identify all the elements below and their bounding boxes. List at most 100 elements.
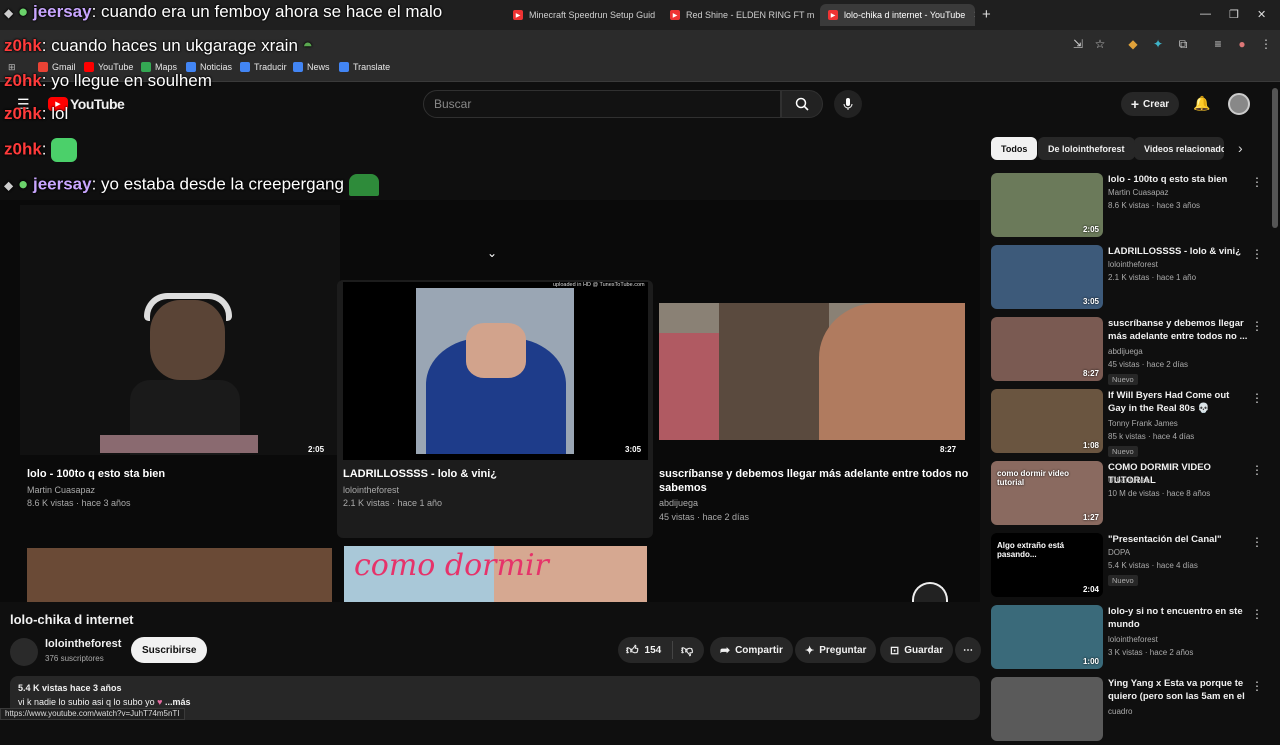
related-video-title[interactable]: lolo-y si no t encuentro en ste mundo bbox=[1108, 605, 1248, 631]
more-vertical-icon[interactable]: ⋮ bbox=[1251, 535, 1263, 549]
new-tab-icon[interactable]: + bbox=[982, 6, 991, 23]
create-button[interactable]: + Crear bbox=[1121, 92, 1179, 116]
endscreen-thumbnail[interactable] bbox=[27, 548, 332, 602]
notifications-bell-icon[interactable]: 🔔 bbox=[1193, 95, 1210, 112]
more-vertical-icon[interactable]: ⋮ bbox=[1251, 319, 1263, 333]
related-video-item[interactable]: 3:05 LADRILLOSSSS - lolo & vini¿ lolointhe… bbox=[991, 245, 1271, 313]
related-video-channel[interactable]: cuadro bbox=[1108, 707, 1132, 716]
subscribe-button[interactable]: Suscribirse bbox=[131, 637, 208, 663]
tab-active-video[interactable]: ▶ lolo-chika d internet - YouTube ✕ bbox=[820, 4, 975, 26]
ask-button[interactable]: ✦ Preguntar bbox=[795, 637, 877, 663]
dislike-button[interactable]: 👎︎ bbox=[672, 641, 693, 659]
window-close-icon[interactable]: ✕ bbox=[1257, 8, 1266, 21]
related-video-channel[interactable]: DOPA bbox=[1108, 548, 1130, 557]
extensions-puzzle-icon[interactable]: ⧉ bbox=[1175, 36, 1191, 52]
endscreen-title[interactable]: lolo - 100to q esto sta bien bbox=[27, 467, 327, 481]
minimize-icon[interactable]: — bbox=[1200, 8, 1211, 20]
badge-icon: ◆ bbox=[4, 178, 14, 193]
more-vertical-icon[interactable]: ⋮ bbox=[1251, 247, 1263, 261]
related-video-title[interactable]: LADRILLOSSSS - lolo & vini¿ bbox=[1108, 245, 1248, 258]
chip-related[interactable]: Videos relacionado bbox=[1134, 137, 1224, 160]
related-video-title[interactable]: "Presentación del Canal" bbox=[1108, 533, 1248, 546]
chip-todos[interactable]: Todos bbox=[991, 137, 1038, 160]
search-button[interactable] bbox=[781, 90, 823, 118]
more-vertical-icon[interactable]: ⋮ bbox=[1251, 679, 1263, 693]
page-scrollbar[interactable] bbox=[1272, 88, 1278, 228]
close-icon[interactable]: ✕ bbox=[655, 10, 657, 21]
related-video-title[interactable]: If Will Byers Had Come out Gay in the Re… bbox=[1108, 389, 1248, 415]
description-text: vi k nadie lo subio asi q lo subo yo ♥ .… bbox=[18, 697, 191, 707]
browser-menu-icon[interactable]: ⋮ bbox=[1258, 36, 1274, 52]
more-vertical-icon[interactable]: ⋮ bbox=[1251, 607, 1263, 621]
voice-search-button[interactable] bbox=[834, 90, 862, 118]
related-video-thumbnail[interactable]: 1:00 bbox=[991, 605, 1103, 669]
related-video-thumbnail[interactable]: 8:27 bbox=[991, 317, 1103, 381]
badge-icon: ◆ bbox=[4, 6, 14, 20]
related-video-title[interactable]: suscríbanse y debemos llegar más adelant… bbox=[1108, 317, 1248, 343]
related-video-item[interactable]: como dormir video tutorial 1:27 COMO DORMI… bbox=[991, 461, 1271, 529]
related-video-stats: 85 k vistas · hace 4 días bbox=[1108, 432, 1195, 441]
related-video-thumbnail[interactable]: 1:08 bbox=[991, 389, 1103, 453]
chevron-down-icon[interactable]: ⌄ bbox=[487, 246, 497, 260]
tab-minecraft[interactable]: ▶ Minecraft Speedrun Setup Guid ✕ bbox=[505, 4, 657, 26]
endscreen-title[interactable]: suscríbanse y debemos llegar más adelant… bbox=[659, 467, 969, 495]
search-input[interactable]: Buscar bbox=[423, 90, 781, 118]
like-button[interactable]: 👍︎ 154 bbox=[618, 643, 672, 658]
related-video-channel[interactable]: Martin Cuasapaz bbox=[1108, 188, 1168, 197]
related-video-title[interactable]: lolo - 100to q esto sta bien bbox=[1108, 173, 1248, 186]
media-controls-icon[interactable]: ≡ bbox=[1210, 36, 1226, 52]
related-video-channel[interactable]: abdijuega bbox=[1108, 347, 1143, 356]
related-video-thumbnail[interactable] bbox=[991, 677, 1103, 741]
bookmark-news[interactable]: News bbox=[293, 62, 330, 72]
share-button[interactable]: ➦ Compartir bbox=[710, 637, 793, 663]
tab-red-shine[interactable]: ▶ Red Shine - ELDEN RING FT ma ✕ bbox=[662, 4, 814, 26]
more-vertical-icon[interactable]: ⋮ bbox=[1251, 463, 1263, 477]
translate-icon bbox=[240, 62, 250, 72]
related-video-thumbnail[interactable]: Algo extraño está pasando... 2:04 bbox=[991, 533, 1103, 597]
save-button[interactable]: ⊡ Guardar bbox=[880, 637, 954, 663]
restore-icon[interactable]: ❐ bbox=[1229, 8, 1239, 21]
close-icon[interactable]: ✕ bbox=[965, 10, 975, 21]
endscreen-channel[interactable]: Martin Cuasapaz bbox=[27, 484, 95, 497]
channel-name[interactable]: lolointheforest bbox=[45, 638, 121, 650]
bookmark-translate[interactable]: Translate bbox=[339, 62, 390, 72]
related-video-title[interactable]: Ying Yang x Esta va porque te quiero (pe… bbox=[1108, 677, 1248, 705]
endscreen-thumbnail[interactable]: como dormir bbox=[344, 546, 647, 602]
endscreen-title[interactable]: LADRILLOSSSS - lolo & vini¿ bbox=[343, 467, 643, 481]
extension-icon[interactable]: ◆ bbox=[1125, 36, 1141, 52]
related-video-item[interactable]: 2:05 lolo - 100to q esto sta bien Martin C… bbox=[991, 173, 1271, 241]
thumbs-down-icon: 👎︎ bbox=[681, 642, 694, 657]
endscreen-thumbnail[interactable] bbox=[659, 303, 965, 440]
related-video-item[interactable]: 8:27 suscríbanse y debemos llegar más ade… bbox=[991, 317, 1271, 385]
endscreen-channel[interactable]: abdijuega bbox=[659, 497, 698, 510]
endscreen-channel[interactable]: lolointheforest bbox=[343, 484, 399, 497]
endscreen-thumbnail[interactable]: uploaded in HD @ TunesToTube.com bbox=[343, 282, 648, 460]
show-more-link[interactable]: ...más bbox=[165, 697, 191, 707]
account-avatar[interactable] bbox=[1228, 93, 1250, 115]
related-video-item[interactable]: Algo extraño está pasando... 2:04 "Present… bbox=[991, 533, 1271, 601]
related-video-thumbnail[interactable]: como dormir video tutorial 1:27 bbox=[991, 461, 1103, 525]
chevron-right-icon[interactable]: › bbox=[1238, 140, 1243, 156]
related-video-item[interactable]: 1:00 lolo-y si no t encuentro en ste mund… bbox=[991, 605, 1271, 673]
related-video-thumbnail[interactable]: 2:05 bbox=[991, 173, 1103, 237]
duration-label: 8:27 bbox=[940, 445, 957, 454]
related-video-thumbnail[interactable]: 3:05 bbox=[991, 245, 1103, 309]
more-vertical-icon[interactable]: ⋮ bbox=[1251, 391, 1263, 405]
chat-message: z0hk: cuando haces un ukgarage xrain ◓ bbox=[4, 36, 313, 56]
more-actions-button[interactable]: ⋯ bbox=[955, 637, 981, 663]
chip-channel[interactable]: De lolointheforest bbox=[1038, 137, 1135, 160]
related-video-channel[interactable]: lolointheforest bbox=[1108, 260, 1158, 269]
channel-avatar[interactable] bbox=[10, 638, 38, 666]
extension-icon[interactable]: ✦ bbox=[1150, 36, 1166, 52]
related-video-channel[interactable]: lolointheforest bbox=[1108, 635, 1158, 644]
related-video-item[interactable]: Ying Yang x Esta va porque te quiero (pe… bbox=[991, 677, 1271, 745]
profile-avatar-icon[interactable]: ● bbox=[1234, 36, 1250, 52]
more-vertical-icon[interactable]: ⋮ bbox=[1251, 175, 1263, 189]
related-video-channel[interactable]: Urbantubee bbox=[1108, 476, 1150, 485]
related-video-channel[interactable]: Tonny Frank James bbox=[1108, 419, 1178, 428]
status-bar-url: https://www.youtube.com/watch?v=JuhT74m5… bbox=[0, 708, 185, 720]
related-video-item[interactable]: 1:08 If Will Byers Had Come out Gay in th… bbox=[991, 389, 1271, 457]
install-app-icon[interactable]: ⇲ bbox=[1070, 36, 1086, 52]
bookmark-traducir[interactable]: Traducir bbox=[240, 62, 287, 72]
bookmark-star-icon[interactable]: ☆ bbox=[1092, 36, 1108, 52]
